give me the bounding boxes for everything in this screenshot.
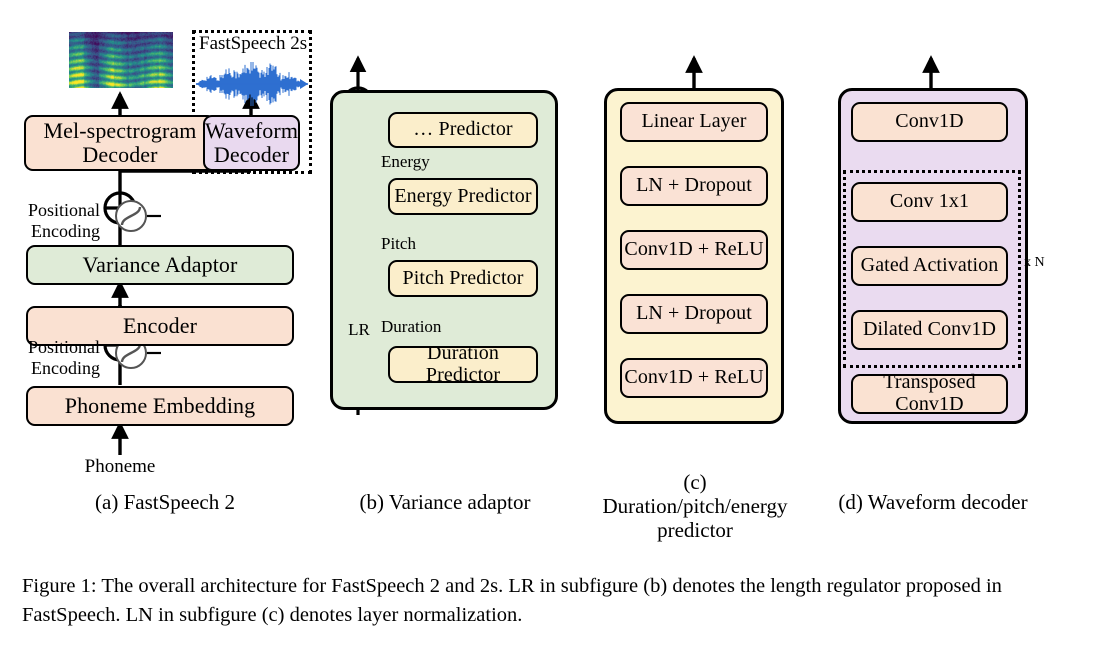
caption-subfigure-c: (c) Duration/pitch/energy predictor	[602, 470, 788, 543]
waveform-image	[196, 62, 308, 106]
figure-caption: Figure 1: The overall architecture for F…	[22, 575, 1002, 627]
edge-label-energy: Energy	[381, 152, 430, 171]
mel-spectrogram-image	[69, 32, 173, 88]
fastspeech-2s-label: FastSpeech 2s	[199, 33, 308, 54]
positional-encoding-label-top: Positional Encoding	[27, 200, 100, 242]
length-regulator-label: LR	[348, 320, 370, 339]
node-waveform-decoder[interactable]: Waveform Decoder	[203, 115, 300, 171]
edge-label-duration: Duration	[381, 317, 442, 336]
node-conv1d[interactable]: Conv1D	[851, 102, 1008, 142]
caption-subfigure-d: (d) Waveform decoder	[838, 490, 1028, 514]
node-energy-predictor[interactable]: Energy Predictor	[388, 178, 538, 215]
node-pitch-predictor[interactable]: Pitch Predictor	[388, 260, 538, 297]
node-extra-predictor[interactable]: … Predictor	[388, 112, 538, 148]
edge-label-pitch: Pitch	[381, 234, 416, 253]
node-dilated-conv1d[interactable]: Dilated Conv1D	[851, 310, 1008, 350]
node-conv1d-relu-2[interactable]: Conv1D + ReLU	[620, 230, 768, 270]
repeat-count-label: x N	[1024, 255, 1045, 270]
node-phoneme-embedding[interactable]: Phoneme Embedding	[26, 386, 294, 426]
caption-subfigure-b: (b) Variance adaptor	[359, 490, 531, 514]
figure-root: FastSpeech 2s Mel-spectrogram Decoder Wa…	[0, 0, 1094, 650]
node-duration-predictor[interactable]: Duration Predictor	[388, 342, 538, 385]
node-conv1d-relu-1[interactable]: Conv1D + ReLU	[620, 358, 768, 398]
input-phoneme-label: Phoneme	[84, 456, 156, 477]
node-ln-dropout-2[interactable]: LN + Dropout	[620, 166, 768, 206]
node-mel-spectrogram-decoder[interactable]: Mel-spectrogram Decoder	[24, 115, 216, 171]
node-ln-dropout-1[interactable]: LN + Dropout	[620, 294, 768, 334]
caption-subfigure-a: (a) FastSpeech 2	[95, 490, 235, 514]
node-gated-activation[interactable]: Gated Activation	[851, 246, 1008, 286]
node-linear-layer[interactable]: Linear Layer	[620, 102, 768, 142]
sine-wave-icon-top	[115, 200, 147, 232]
positional-encoding-label-bottom: Positional Encoding	[27, 337, 100, 379]
node-transposed-conv1d[interactable]: Transposed Conv1D	[851, 372, 1008, 415]
node-conv-1x1[interactable]: Conv 1x1	[851, 182, 1008, 222]
node-variance-adaptor[interactable]: Variance Adaptor	[26, 245, 294, 285]
